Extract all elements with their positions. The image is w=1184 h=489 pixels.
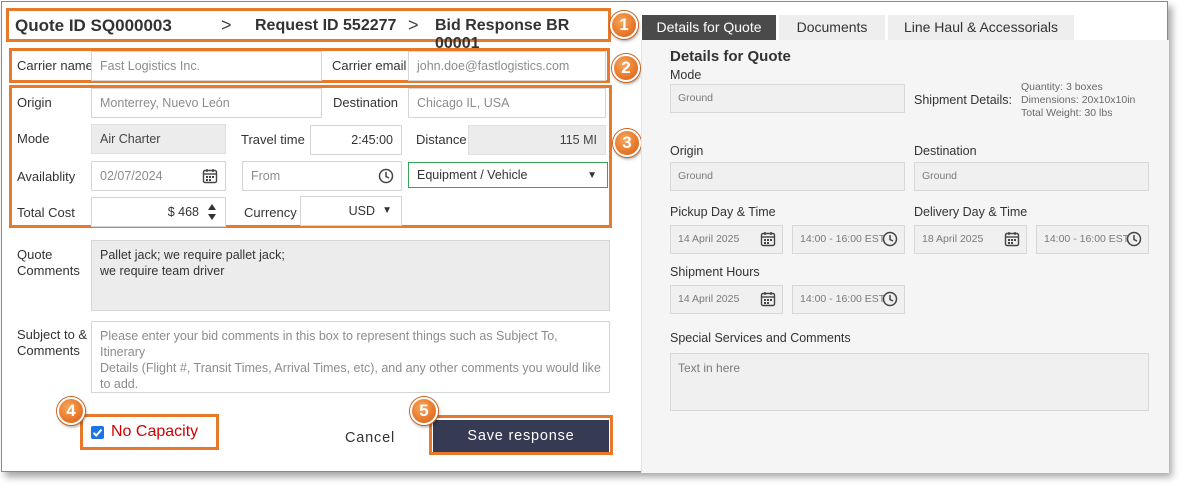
shipment-hours-date-field: 14 April 2025 [670, 285, 783, 314]
mode-field: Air Charter [91, 124, 226, 154]
calendar-icon[interactable] [1004, 231, 1020, 247]
pickup-time-field: 14:00 - 16:00 EST [792, 225, 905, 254]
calendar-icon[interactable] [760, 291, 776, 307]
clock-icon[interactable] [882, 291, 898, 307]
distance-label: Distance [416, 132, 467, 147]
from-time-field[interactable]: From [242, 161, 402, 191]
shipment-hours-label: Shipment Hours [670, 265, 760, 279]
delivery-label: Delivery Day & Time [914, 205, 1028, 219]
clock-icon[interactable] [378, 168, 394, 184]
equipment-vehicle-select[interactable]: Equipment / Vehicle ▼ [408, 162, 608, 188]
shipment-details-label: Shipment Details: [914, 93, 1012, 107]
no-capacity-label[interactable]: No Capacity [111, 423, 198, 441]
details-origin-label: Origin [670, 144, 704, 158]
delivery-date-field: 18 April 2025 [914, 225, 1027, 254]
mode-label: Mode [17, 131, 50, 146]
breadcrumb-request-id[interactable]: Request ID 552277 [255, 17, 396, 35]
destination-field[interactable]: Chicago IL, USA [408, 88, 606, 118]
origin-field[interactable]: Monterrey, Nuevo León [91, 88, 322, 118]
breadcrumb: Quote ID SQ000003 > Request ID 552277 > … [15, 15, 607, 52]
special-services-label: Special Services and Comments [670, 331, 851, 345]
annotation-badge-5: 5 [410, 397, 438, 425]
origin-label: Origin [17, 95, 52, 110]
currency-select[interactable]: USD ▼ [300, 196, 402, 226]
quote-response-window: Quote ID SQ000003 > Request ID 552277 > … [1, 1, 1169, 473]
stepper-arrows-icon[interactable] [207, 203, 217, 221]
details-destination-label: Destination [914, 144, 977, 158]
availability-date-field[interactable]: 02/07/2024 [91, 161, 226, 191]
tab-documents[interactable]: Documents [779, 15, 885, 40]
annotation-badge-4: 4 [57, 397, 85, 425]
carrier-name-label: Carrier name [17, 58, 93, 73]
annotation-badge-1: 1 [610, 11, 638, 39]
details-origin-field: Ground [670, 162, 905, 191]
total-cost-label: Total Cost [17, 205, 75, 220]
details-mode-label: Mode [670, 68, 702, 82]
details-destination-field: Ground [914, 162, 1149, 191]
clock-icon[interactable] [882, 231, 898, 247]
shipment-details-summary: Quantity: 3 boxes Dimensions: 20x10x10in… [1021, 81, 1135, 120]
shipment-weight: Total Weight: 30 lbs [1021, 107, 1113, 119]
shipment-quantity: Quantity: 3 boxes [1021, 81, 1103, 93]
calendar-icon[interactable] [202, 168, 218, 184]
subject-comments-field[interactable]: Please enter your bid comments in this b… [91, 321, 610, 393]
availability-label: Availablity [17, 169, 76, 184]
special-services-field: Text in here [670, 353, 1149, 411]
annotation-badge-2: 2 [612, 54, 640, 82]
shipment-dimensions: Dimensions: 20x10x10in [1021, 94, 1136, 106]
pickup-date-field: 14 April 2025 [670, 225, 783, 254]
delivery-time-field: 14:00 - 16:00 EST [1036, 225, 1149, 254]
dropdown-arrow-icon: ▼ [382, 205, 392, 216]
cancel-button[interactable]: Cancel [332, 427, 408, 449]
carrier-name-field[interactable]: Fast Logistics Inc. [91, 51, 322, 81]
total-cost-stepper[interactable]: $ 468 [91, 197, 226, 227]
carrier-email-field[interactable]: john.doe@fastlogistics.com [408, 51, 606, 81]
chevron-right-icon: > [408, 15, 419, 35]
from-time-placeholder: From [251, 169, 281, 183]
equipment-vehicle-value: Equipment / Vehicle [417, 168, 528, 182]
destination-label: Destination [333, 95, 399, 110]
currency-label: Currency [244, 205, 297, 220]
details-title: Details for Quote [670, 48, 791, 65]
quote-comments-label: Quote Comments [17, 247, 80, 278]
quote-comments-field: Pallet jack; we require pallet jack; we … [91, 240, 610, 311]
clock-icon[interactable] [1126, 231, 1142, 247]
travel-time-field[interactable]: 2:45:00 [310, 125, 402, 155]
checkmark-icon [92, 428, 103, 437]
calendar-icon[interactable] [760, 231, 776, 247]
shipment-hours-time-field: 14:00 - 16:00 EST [792, 285, 905, 314]
annotation-badge-3: 3 [613, 129, 641, 157]
no-capacity-checkbox[interactable] [91, 426, 104, 439]
travel-time-label: Travel time [241, 132, 305, 147]
currency-value: USD [348, 204, 375, 218]
breadcrumb-quote-id[interactable]: Quote ID SQ000003 [15, 16, 172, 36]
tab-details-for-quote[interactable]: Details for Quote [642, 15, 776, 40]
total-cost-value: $ 468 [167, 205, 199, 219]
availability-date-value: 02/07/2024 [100, 169, 163, 183]
details-mode-field: Ground [670, 84, 905, 113]
chevron-right-icon: > [221, 15, 232, 35]
save-response-button[interactable]: Save response [433, 420, 609, 452]
pickup-label: Pickup Day & Time [670, 205, 776, 219]
distance-field: 115 MI [468, 125, 606, 155]
subject-comments-label: Subject to & Comments [17, 327, 88, 358]
tab-line-haul-accessorials[interactable]: Line Haul & Accessorials [888, 15, 1074, 40]
carrier-email-label: Carrier email [332, 58, 407, 73]
dropdown-arrow-icon: ▼ [587, 170, 597, 181]
